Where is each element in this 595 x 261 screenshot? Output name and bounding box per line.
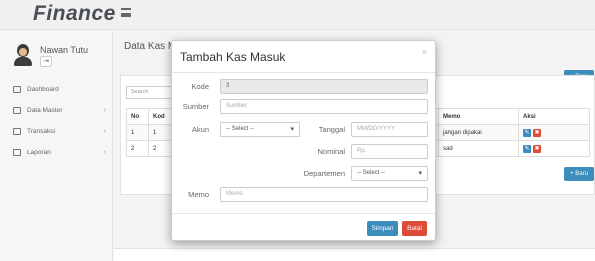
departemen-select[interactable]: -- Select --: [351, 166, 428, 181]
add-cash-in-modal: Tambah Kas Masuk × Kode 3 Sumber Sumber …: [171, 40, 436, 241]
departemen-label: Departemen: [303, 169, 345, 178]
sumber-input[interactable]: Sumber: [220, 99, 428, 114]
nominal-label: Nominal: [317, 147, 345, 156]
kode-label: Kode: [191, 82, 209, 91]
modal-title: Tambah Kas Masuk: [180, 50, 286, 64]
memo-input[interactable]: Memo: [220, 187, 428, 202]
tanggal-label: Tanggal: [318, 125, 345, 134]
tanggal-input[interactable]: MM/DD/YYYY: [351, 122, 428, 137]
nominal-input[interactable]: Rp.: [351, 144, 428, 159]
save-button[interactable]: Simpan: [367, 221, 398, 236]
memo-label: Memo: [188, 190, 209, 199]
akun-label: Akun: [191, 125, 209, 134]
sumber-label: Sumber: [182, 102, 209, 111]
app-root: Finance Nawan Tutu ⇥ Dashboard Data Mast…: [0, 0, 595, 261]
cancel-button[interactable]: Batal: [402, 221, 427, 236]
kode-field[interactable]: 3: [220, 79, 428, 94]
modal-header-divider: [172, 72, 435, 73]
akun-select[interactable]: -- Select --: [220, 122, 300, 137]
close-icon[interactable]: ×: [422, 47, 427, 57]
modal-footer-divider: [172, 213, 435, 214]
